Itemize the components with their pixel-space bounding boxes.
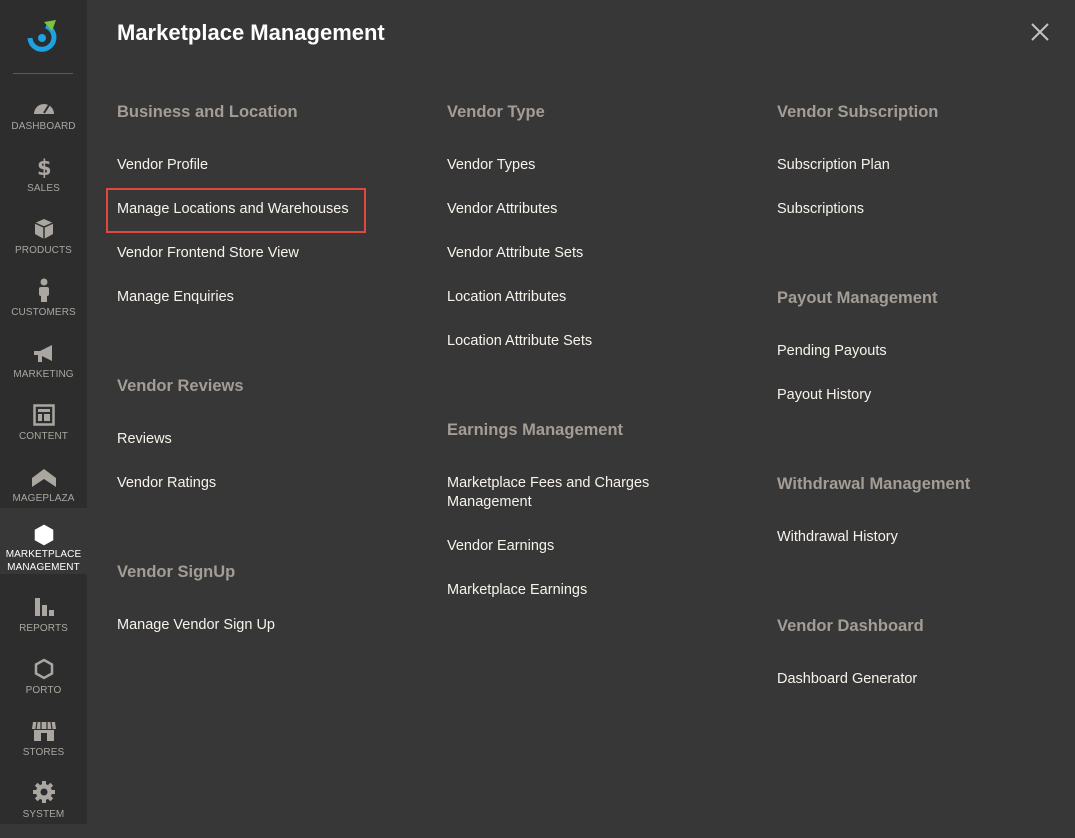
menu-link-vendor-types[interactable]: Vendor Types — [447, 156, 535, 175]
sidebar-item-label: DASHBOARD — [11, 121, 76, 132]
section-title: Vendor Type — [447, 103, 545, 121]
section-title: Vendor SignUp — [117, 563, 236, 581]
menu-link-vendor-frontend-store-view[interactable]: Vendor Frontend Store View — [117, 244, 299, 263]
sidebar-item-label: PRODUCTS — [15, 245, 72, 256]
menu-link-manage-enquiries[interactable]: Manage Enquiries — [117, 288, 234, 307]
person-icon — [37, 276, 51, 302]
megaphone-icon — [32, 338, 56, 364]
sidebar-item-marketplace-management[interactable]: MARKETPLACE MANAGEMENT — [0, 508, 87, 574]
section-title: Withdrawal Management — [777, 475, 971, 493]
logo-divider — [13, 73, 73, 74]
close-icon[interactable] — [1028, 20, 1052, 44]
menu-link-manage-locations[interactable]: Manage Locations and Warehouses — [117, 200, 349, 219]
menu-link-pending-payouts[interactable]: Pending Payouts — [777, 342, 887, 361]
bar-chart-icon — [33, 592, 55, 618]
admin-sidebar: DASHBOARD $ SALES PRODUCTS CUSTOMERS MAR… — [0, 0, 87, 824]
svg-text:$: $ — [37, 156, 52, 178]
menu-link-vendor-attribute-sets[interactable]: Vendor Attribute Sets — [447, 244, 583, 263]
sidebar-item-dashboard[interactable]: DASHBOARD — [0, 88, 87, 150]
layout-icon — [32, 400, 55, 426]
menu-link-vendor-attributes[interactable]: Vendor Attributes — [447, 200, 557, 219]
hexagon-icon — [34, 520, 54, 546]
sidebar-item-label: REPORTS — [19, 623, 68, 634]
sidebar-item-products[interactable]: PRODUCTS — [0, 212, 87, 274]
section-title: Vendor Subscription — [777, 103, 939, 121]
section-title: Business and Location — [117, 103, 298, 121]
magento-logo-icon[interactable] — [22, 16, 62, 56]
sidebar-item-sales[interactable]: $ SALES — [0, 150, 87, 212]
dashboard-icon — [32, 90, 56, 116]
menu-link-manage-vendor-sign-up[interactable]: Manage Vendor Sign Up — [117, 616, 275, 635]
menu-link-dashboard-generator[interactable]: Dashboard Generator — [777, 670, 917, 689]
page-title: Marketplace Management — [117, 20, 385, 45]
label-line-2: MANAGEMENT — [7, 562, 80, 573]
sidebar-item-label: PORTO — [25, 685, 62, 696]
mageplaza-icon — [31, 462, 57, 488]
sidebar-item-label: SALES — [27, 183, 60, 194]
menu-link-payout-history[interactable]: Payout History — [777, 386, 871, 405]
sidebar-item-label: MARKETING — [13, 369, 74, 380]
hexagon-icon — [34, 654, 54, 680]
menu-link-subscription-plan[interactable]: Subscription Plan — [777, 156, 890, 175]
menu-link-vendor-profile[interactable]: Vendor Profile — [117, 156, 208, 175]
sidebar-item-label: MARKETPLACE MANAGEMENT — [6, 548, 82, 574]
gear-icon — [32, 778, 56, 804]
sidebar-item-stores[interactable]: STORES — [0, 714, 87, 776]
sidebar-item-marketing[interactable]: MARKETING — [0, 336, 87, 398]
sidebar-item-label: STORES — [22, 747, 65, 758]
sidebar-item-system[interactable]: SYSTEM — [0, 776, 87, 838]
menu-link-reviews[interactable]: Reviews — [117, 430, 172, 449]
dollar-icon: $ — [36, 152, 52, 178]
section-title: Vendor Dashboard — [777, 617, 924, 635]
sidebar-item-content[interactable]: CONTENT — [0, 398, 87, 460]
section-title: Earnings Management — [447, 421, 624, 439]
sidebar-item-label: CUSTOMERS — [11, 307, 76, 318]
box-icon — [34, 214, 54, 240]
menu-link-vendor-ratings[interactable]: Vendor Ratings — [117, 474, 216, 493]
menu-link-marketplace-earnings[interactable]: Marketplace Earnings — [447, 581, 587, 600]
sidebar-item-label: CONTENT — [18, 431, 69, 442]
section-title: Vendor Reviews — [117, 377, 244, 395]
menu-link-location-attributes[interactable]: Location Attributes — [447, 288, 566, 307]
label-line-1: MARKETPLACE — [5, 549, 82, 560]
menu-link-subscriptions[interactable]: Subscriptions — [777, 200, 864, 219]
sidebar-item-label: MAGEPLAZA — [12, 493, 75, 504]
menu-link-marketplace-fees[interactable]: Marketplace Fees and Charges Management — [447, 474, 677, 512]
menu-link-vendor-earnings[interactable]: Vendor Earnings — [447, 537, 554, 556]
storefront-icon — [31, 716, 57, 742]
sidebar-item-label: SYSTEM — [22, 809, 65, 820]
sidebar-item-reports[interactable]: REPORTS — [0, 590, 87, 652]
section-title: Payout Management — [777, 289, 938, 307]
sidebar-item-porto[interactable]: PORTO — [0, 652, 87, 714]
menu-link-location-attribute-sets[interactable]: Location Attribute Sets — [447, 332, 592, 351]
menu-link-withdrawal-history[interactable]: Withdrawal History — [777, 528, 898, 547]
sidebar-item-customers[interactable]: CUSTOMERS — [0, 274, 87, 336]
